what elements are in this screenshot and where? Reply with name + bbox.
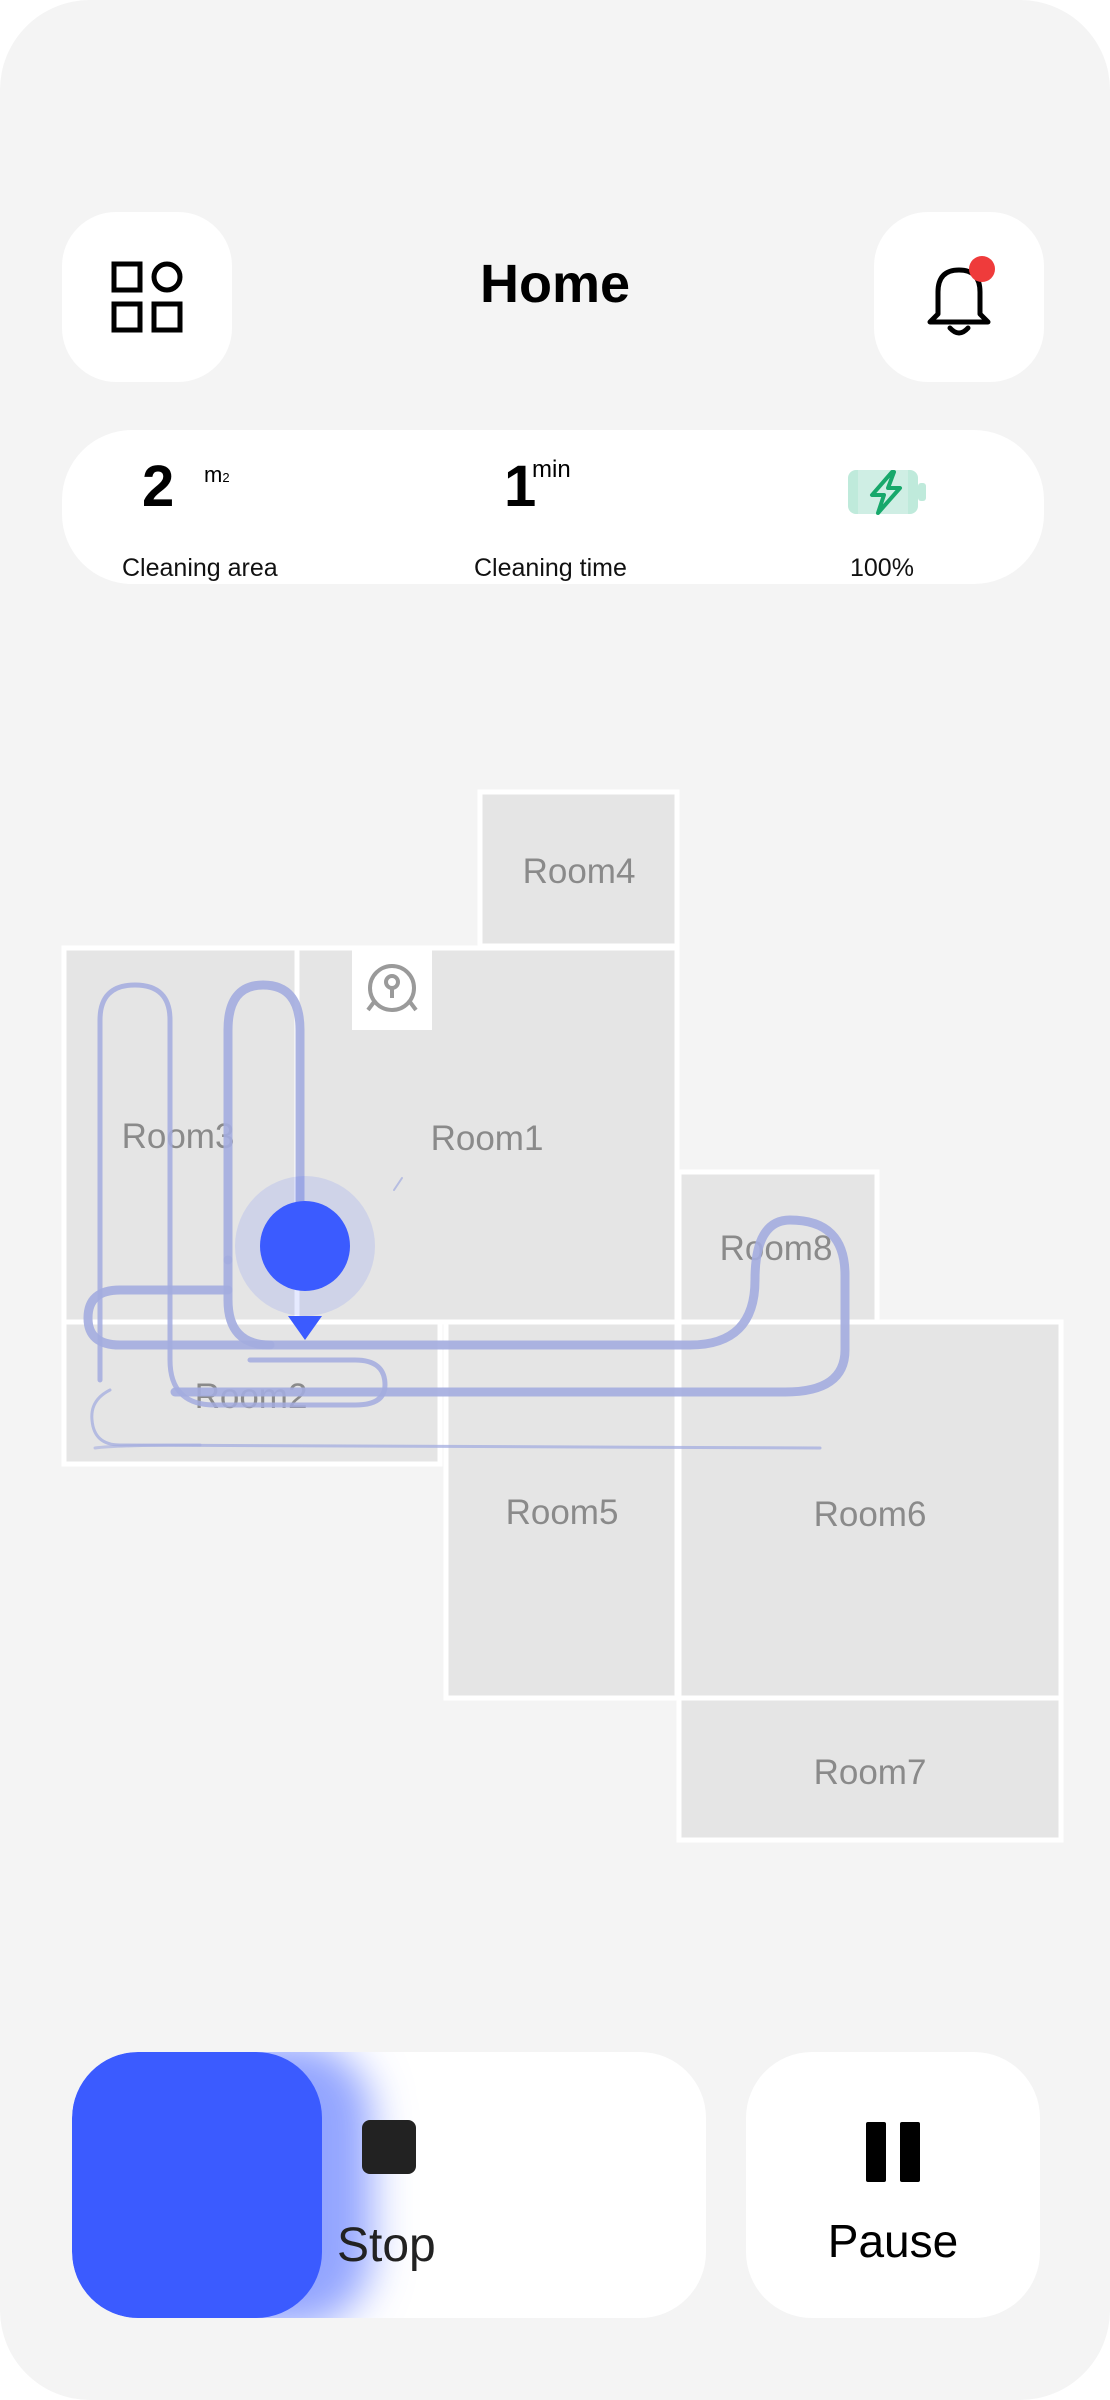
floor-map[interactable]: Room4 Room3 Room1 Room8 Room2 Room5 Room… — [0, 0, 1110, 2400]
room-label-8: Room8 — [720, 1229, 833, 1268]
room-label-5: Room5 — [506, 1493, 619, 1532]
phone-screen: Home 2 m2 Cleaning area 1 min Cleaning t… — [0, 0, 1110, 2400]
pause-button[interactable]: Pause — [746, 2052, 1040, 2318]
room-label-4: Room4 — [523, 852, 636, 891]
stop-label: Stop — [337, 2219, 436, 2272]
room-label-7: Room7 — [814, 1753, 927, 1792]
stop-icon — [362, 2120, 416, 2174]
room-label-1: Room1 — [431, 1119, 544, 1158]
room-label-3: Room3 — [122, 1117, 235, 1156]
pause-label: Pause — [827, 2215, 959, 2267]
stop-progress-fill — [72, 2052, 322, 2318]
stop-button[interactable]: Stop — [72, 2052, 706, 2318]
room-label-6: Room6 — [814, 1495, 927, 1534]
dock-marker[interactable] — [352, 950, 432, 1030]
